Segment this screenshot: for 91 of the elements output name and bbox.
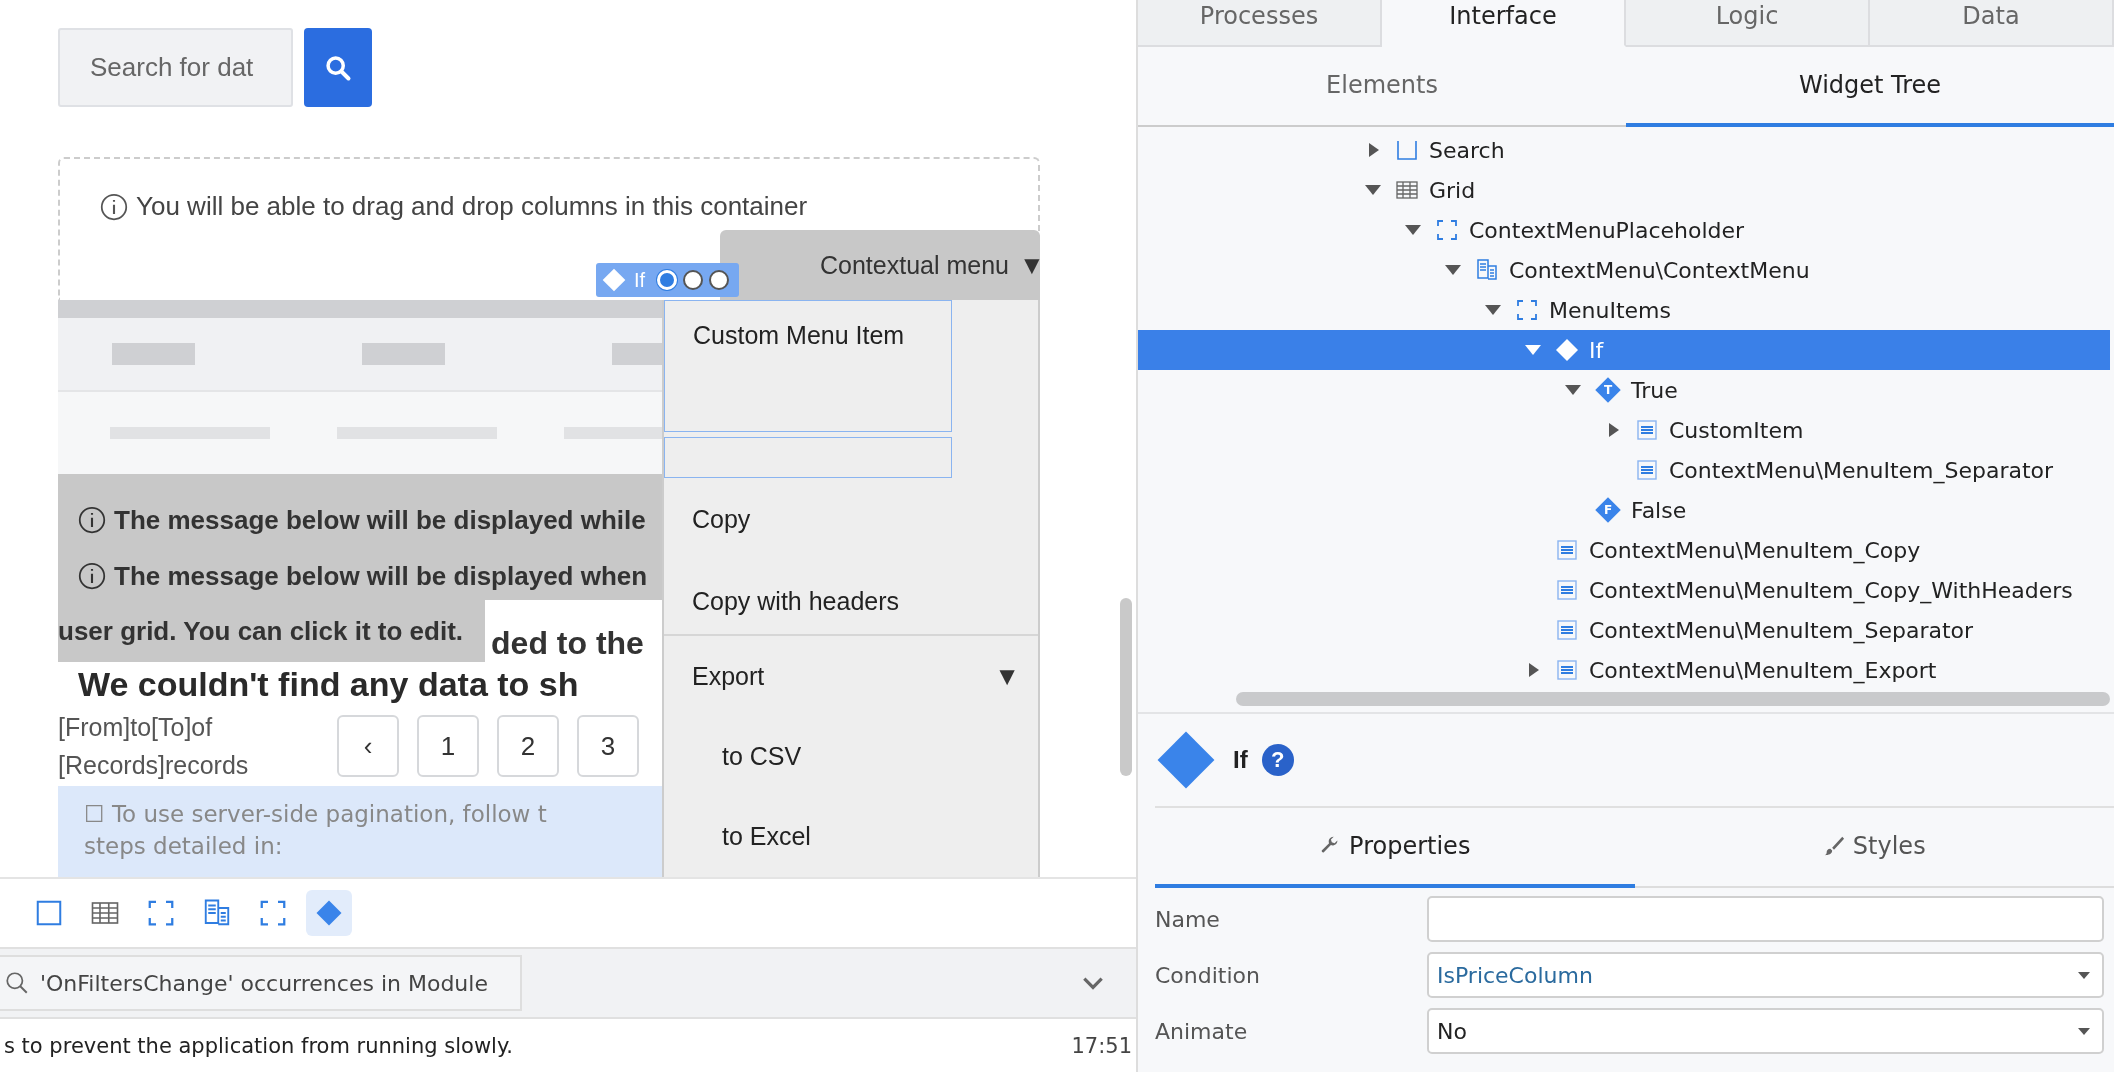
caret-down-icon[interactable] bbox=[1445, 265, 1461, 275]
hint-text: You will be able to drag and drop columns in this container bbox=[136, 191, 808, 222]
tree-item[interactable]: ContextMenu\ContextMenu bbox=[1138, 250, 2110, 290]
note-text: ☐ To use server-side pagination, follow t bbox=[84, 800, 547, 829]
caret-right-icon[interactable] bbox=[1529, 663, 1539, 677]
tree-item[interactable]: MenuItems bbox=[1138, 290, 2110, 330]
item-icon bbox=[1555, 578, 1579, 602]
menu-item[interactable]: Copy bbox=[664, 478, 1038, 560]
tree-item[interactable]: ContextMenu\MenuItem_Separator bbox=[1138, 610, 2110, 650]
placeholder-icon bbox=[1515, 298, 1539, 322]
tab[interactable]: Properties bbox=[1155, 808, 1635, 888]
branch-radio[interactable] bbox=[709, 270, 730, 290]
caret-down-icon[interactable] bbox=[1485, 305, 1501, 315]
note-text: steps detailed in: bbox=[84, 832, 283, 861]
caret-down-icon[interactable] bbox=[1565, 385, 1581, 395]
branch-icon: T bbox=[1595, 377, 1621, 403]
submenu-arrow: ▼ bbox=[994, 660, 1020, 692]
status-time: 17:51 bbox=[1071, 1033, 1132, 1058]
tree-item[interactable]: Grid bbox=[1138, 170, 2110, 210]
help-icon[interactable]: ? bbox=[1261, 744, 1294, 776]
tab[interactable]: Elements bbox=[1138, 47, 1626, 127]
text-field[interactable] bbox=[1427, 896, 2104, 942]
dropdown-field[interactable]: IsPriceColumn bbox=[1427, 952, 2104, 998]
tab[interactable]: Data bbox=[1870, 0, 2114, 47]
page-button[interactable]: 1 bbox=[417, 715, 479, 777]
heading-fragment: ded to the bbox=[490, 624, 644, 662]
empty-message: We couldn't find any data to sh bbox=[78, 664, 579, 705]
container-icon bbox=[1395, 138, 1419, 162]
if-icon bbox=[1555, 338, 1579, 362]
tree-item[interactable]: ContextMenu\MenuItem_Separator bbox=[1138, 450, 2110, 490]
branch-icon: F bbox=[1595, 497, 1621, 523]
menu-item[interactable]: Copy with headers bbox=[664, 560, 1038, 642]
tree-item[interactable]: ContextMenu\MenuItem_Export bbox=[1138, 650, 2110, 690]
page-button[interactable]: 3 bbox=[577, 715, 639, 777]
table-icon bbox=[1395, 178, 1419, 202]
placeholder-icon bbox=[1435, 218, 1459, 242]
item-icon bbox=[1555, 658, 1579, 682]
element-title: If bbox=[1233, 746, 1248, 774]
menu-item[interactable]: to CSV bbox=[664, 716, 1038, 796]
if-icon[interactable] bbox=[306, 890, 352, 936]
page-button[interactable]: ‹ bbox=[337, 715, 399, 777]
search-button[interactable] bbox=[304, 28, 372, 107]
caret-right-icon[interactable] bbox=[1369, 143, 1379, 157]
branch-radio[interactable] bbox=[683, 270, 704, 290]
tree-item[interactable]: ContextMenuPlaceholder bbox=[1138, 210, 2110, 250]
field-label: Animate bbox=[1155, 1018, 1249, 1044]
tree-item[interactable]: ContextMenu\MenuItem_Copy_WithHeaders bbox=[1138, 570, 2110, 610]
info-icon bbox=[100, 192, 128, 221]
message-text: The message below will be displayed when bbox=[114, 560, 648, 592]
tab[interactable]: Widget Tree bbox=[1626, 47, 2114, 127]
search-icon bbox=[4, 970, 30, 996]
menu-item[interactable]: to Excel bbox=[664, 796, 1038, 876]
menu-title: Contextual menu bbox=[820, 250, 1009, 280]
dropdown-arrow: ▼ bbox=[1019, 249, 1045, 281]
search-results-tab[interactable]: 'OnFiltersChange' occurrences in Module bbox=[0, 955, 522, 1011]
records-text: [Records]records bbox=[58, 750, 250, 781]
message-text: user grid. You can click it to edit. bbox=[58, 600, 486, 662]
tree-item[interactable]: CustomItem bbox=[1138, 410, 2110, 450]
if-icon bbox=[1155, 729, 1217, 791]
item-icon bbox=[1635, 458, 1659, 482]
message-text: The message below will be displayed while bbox=[114, 504, 646, 536]
scrollbar-thumb[interactable] bbox=[1120, 598, 1132, 776]
tree-item[interactable]: T True bbox=[1138, 370, 2110, 410]
menu-item[interactable]: Export bbox=[692, 661, 765, 691]
tab[interactable]: Styles bbox=[1634, 808, 2114, 888]
info-icon bbox=[78, 562, 106, 590]
tree-item[interactable]: ContextMenu\MenuItem_Copy bbox=[1138, 530, 2110, 570]
tree-item[interactable]: If bbox=[1138, 330, 2110, 370]
dropdown-field[interactable]: No bbox=[1427, 1008, 2104, 1054]
block-icon bbox=[1475, 258, 1499, 282]
records-text: [From]to[To]of bbox=[58, 712, 214, 743]
page-button[interactable]: 2 bbox=[497, 715, 559, 777]
tree-item[interactable]: Search bbox=[1138, 130, 2110, 170]
item-icon bbox=[1635, 418, 1659, 442]
tree-item[interactable]: F False bbox=[1138, 490, 2110, 530]
status-message: s to prevent the application from running slowly. bbox=[4, 1033, 513, 1058]
field-label: Name bbox=[1155, 906, 1221, 932]
caret-down-icon[interactable] bbox=[1365, 185, 1381, 195]
tab[interactable]: Interface bbox=[1382, 0, 1626, 47]
item-icon bbox=[1555, 538, 1579, 562]
caret-right-icon[interactable] bbox=[1609, 423, 1619, 437]
caret-down-icon[interactable] bbox=[1405, 225, 1421, 235]
results-title: 'OnFiltersChange' occurrences in Module bbox=[40, 970, 488, 996]
tab[interactable]: Logic bbox=[1626, 0, 1870, 47]
info-icon bbox=[78, 506, 106, 534]
item-icon bbox=[1555, 618, 1579, 642]
field-label: Condition bbox=[1155, 962, 1261, 988]
scrollbar-thumb[interactable] bbox=[1236, 692, 2110, 706]
search-icon bbox=[324, 53, 352, 82]
search-field[interactable]: Search for dat bbox=[58, 28, 293, 107]
tab[interactable]: Processes bbox=[1138, 0, 1382, 47]
